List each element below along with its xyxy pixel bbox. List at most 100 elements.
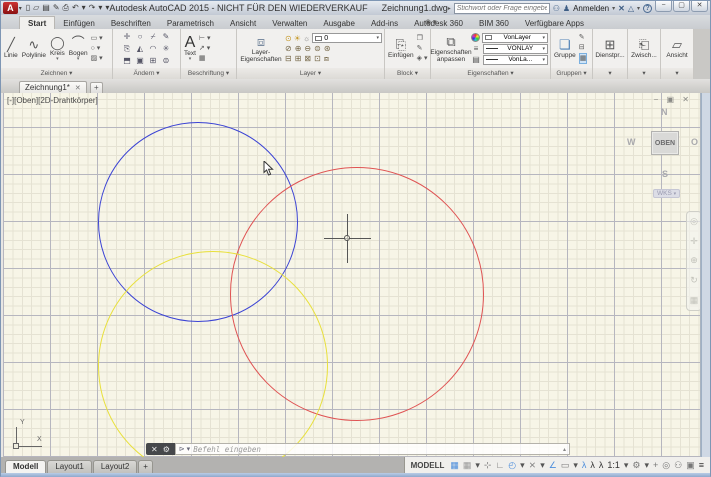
close-button[interactable]: ✕ <box>691 1 708 12</box>
layout2-tab[interactable]: Layout2 <box>93 460 137 473</box>
signin-button[interactable]: Anmelden <box>573 4 609 13</box>
viewcube-west[interactable]: W <box>627 137 636 147</box>
new-icon[interactable]: ▯ <box>26 2 30 14</box>
fuehrungslinie-icon[interactable]: ↗ ▾ <box>199 44 211 53</box>
layer-tool-icon[interactable]: ⊡ <box>314 54 321 64</box>
polar-caret-icon[interactable]: ▾ <box>520 458 525 472</box>
layer-panel-label[interactable]: Layer ▾ <box>237 68 384 79</box>
verschieben-icon[interactable]: ✛ <box>121 31 133 42</box>
zeichnen-panel-label[interactable]: Zeichnen ▾ <box>1 68 112 79</box>
undo-icon[interactable]: ↶ <box>72 2 79 14</box>
polylinie-button[interactable]: ∿ Polylinie <box>21 36 47 60</box>
maximize-button[interactable]: ▢ <box>673 1 690 12</box>
layer-tool-icon[interactable]: ⊜ <box>314 44 321 53</box>
layer-lock-icon[interactable]: ☼ <box>303 34 310 43</box>
redo-icon[interactable]: ↷ <box>89 2 96 14</box>
ellipse-icon[interactable]: ○ ▾ <box>91 44 103 53</box>
search-input[interactable] <box>454 3 550 14</box>
viewcube-wks-menu[interactable]: WKS ▾ <box>653 189 680 198</box>
signin-caret-icon[interactable]: ▾ <box>612 5 615 12</box>
layer-tool-icon[interactable]: ⊠ <box>304 54 311 64</box>
showmotion-icon[interactable]: ▦ <box>690 295 699 306</box>
orbit-icon[interactable]: ↻ <box>690 275 698 286</box>
abrunden-icon[interactable]: ◠ <box>147 43 159 54</box>
redo-caret-icon[interactable]: ▾ <box>98 2 102 14</box>
ansicht-panel-label[interactable]: ▾ <box>661 68 693 79</box>
aendern-panel-label[interactable]: Ändern ▾ <box>113 68 180 79</box>
saveas-icon[interactable]: ✎ <box>53 2 60 14</box>
block-erstellen-icon[interactable]: ❐ <box>417 34 428 43</box>
search-icon[interactable]: ⚇ <box>553 4 560 13</box>
bemassung-icon[interactable]: ⊢ ▾ <box>199 34 211 43</box>
drawing-window-controls[interactable]: − ▣ ✕ <box>654 95 692 104</box>
layer-eigenschaften-button[interactable]: ⧈ Layer- Eigenschaften <box>239 33 283 64</box>
file-tab-close-icon[interactable]: ✕ <box>75 84 81 92</box>
autocad-logo-icon[interactable]: A <box>3 2 18 14</box>
tab-beschriften[interactable]: Beschriften <box>103 17 159 29</box>
annotation-autoscale-icon[interactable]: λ <box>590 458 595 472</box>
ortho-icon[interactable]: ∟ <box>495 458 504 472</box>
zoom-icon[interactable]: ⊕ <box>690 255 698 266</box>
clean-screen-icon[interactable]: ▣ <box>686 458 695 472</box>
layer-select[interactable]: 0 ▾ <box>312 33 382 43</box>
polar-tracking-icon[interactable]: ◴ <box>508 458 516 472</box>
einfuegen-button[interactable]: ⎘ Einfügen <box>387 36 415 60</box>
ribbon-options-icon[interactable]: ◉ ▾ <box>425 18 437 28</box>
open-icon[interactable]: ▱ <box>33 2 39 14</box>
snap-caret-icon[interactable]: ▾ <box>475 458 480 472</box>
gruppe-bearbeiten-icon[interactable]: ✎ <box>579 33 588 42</box>
new-layout-tab[interactable]: + <box>138 460 153 473</box>
zwischenablage-panel-label[interactable]: ▾ <box>628 68 660 79</box>
new-drawing-tab-button[interactable]: + <box>90 82 103 93</box>
tab-autodesk360[interactable]: Autodesk 360 <box>406 17 471 29</box>
attribut-bearbeiten-icon[interactable]: ✎ <box>417 44 428 53</box>
layer-tool-icon[interactable]: ⊖ <box>304 44 311 53</box>
command-close-icon[interactable]: ✕ <box>151 445 158 454</box>
layer-on-icon[interactable]: ⊙ <box>285 34 292 43</box>
viewcube-east[interactable]: O <box>691 137 698 147</box>
command-expand-icon[interactable]: ▴ <box>563 446 566 453</box>
lineweight-select[interactable]: VonLa... ▾ <box>483 55 548 65</box>
loeschen-icon[interactable]: ✎ <box>160 31 172 42</box>
layer-tool-icon[interactable]: ⊛ <box>324 44 331 53</box>
viewcube[interactable]: N W O S OBEN WKS ▾ <box>623 107 701 201</box>
linetype-select[interactable]: VONLAY ▾ <box>483 44 548 54</box>
otrack-icon[interactable]: ⨯ <box>529 458 537 472</box>
exchange-apps-icon[interactable]: ✕ <box>618 4 625 13</box>
kreis-button[interactable]: ◯ Kreis ▾ <box>49 34 66 64</box>
workspace-gear-icon[interactable]: ⚙ <box>632 458 640 472</box>
workspace-caret-icon[interactable]: ▾ <box>644 458 649 472</box>
annotation-scale-value[interactable]: 1:1 <box>607 458 620 472</box>
annotation-monitor-icon[interactable]: + <box>653 458 658 472</box>
infer-constraints-icon[interactable]: ⊹ <box>484 458 492 472</box>
search-caret-icon[interactable]: ▸ <box>448 5 451 12</box>
beschriftung-panel-label[interactable]: Beschriftung ▾ <box>181 68 236 79</box>
snap-mode-icon[interactable]: ▦ <box>463 458 472 472</box>
tab-bim360[interactable]: BIM 360 <box>471 17 517 29</box>
dienstprogramme-button[interactable]: ⊞ Dienstpr... <box>594 36 625 60</box>
zwischenablage-button[interactable]: ⎗ Zwisch... <box>630 36 658 60</box>
text-button[interactable]: A Text ▾ <box>183 34 197 64</box>
stutzen-icon[interactable]: ⌿ <box>147 31 159 42</box>
navigation-wheel-icon[interactable]: ◎ <box>690 216 698 227</box>
skalieren-icon[interactable]: ▣ <box>134 55 146 66</box>
file-tab-zeichnung1[interactable]: Zeichnung1* ✕ <box>19 81 87 93</box>
tab-ansicht[interactable]: Ansicht <box>222 17 264 29</box>
color-select[interactable]: VonLayer ▾ <box>482 33 548 43</box>
versetzen-icon[interactable]: ⊜ <box>160 55 172 66</box>
otrack-caret-icon[interactable]: ▾ <box>540 458 545 472</box>
viewcube-south[interactable]: S <box>662 169 668 179</box>
tabelle-icon[interactable]: ▦ <box>199 54 211 63</box>
help-icon[interactable]: ? <box>643 4 652 13</box>
tab-verwalten[interactable]: Verwalten <box>264 17 315 29</box>
dienstprogramme-panel-label[interactable]: ▾ <box>593 68 627 79</box>
drehen-icon[interactable]: ○ <box>134 31 146 42</box>
layer-freeze-icon[interactable]: ☀ <box>294 34 301 43</box>
gruppen-manager-icon[interactable]: ▦ <box>579 53 588 64</box>
tab-einfuegen[interactable]: Einfügen <box>55 17 103 29</box>
minimize-button[interactable]: − <box>655 1 672 12</box>
reihe-icon[interactable]: ⊞ <box>147 55 159 66</box>
kopieren-icon[interactable]: ⎘ <box>121 43 133 54</box>
selection-cycling-icon[interactable]: ▭ <box>561 458 570 472</box>
annotation-visibility-icon[interactable]: λ <box>582 458 587 472</box>
